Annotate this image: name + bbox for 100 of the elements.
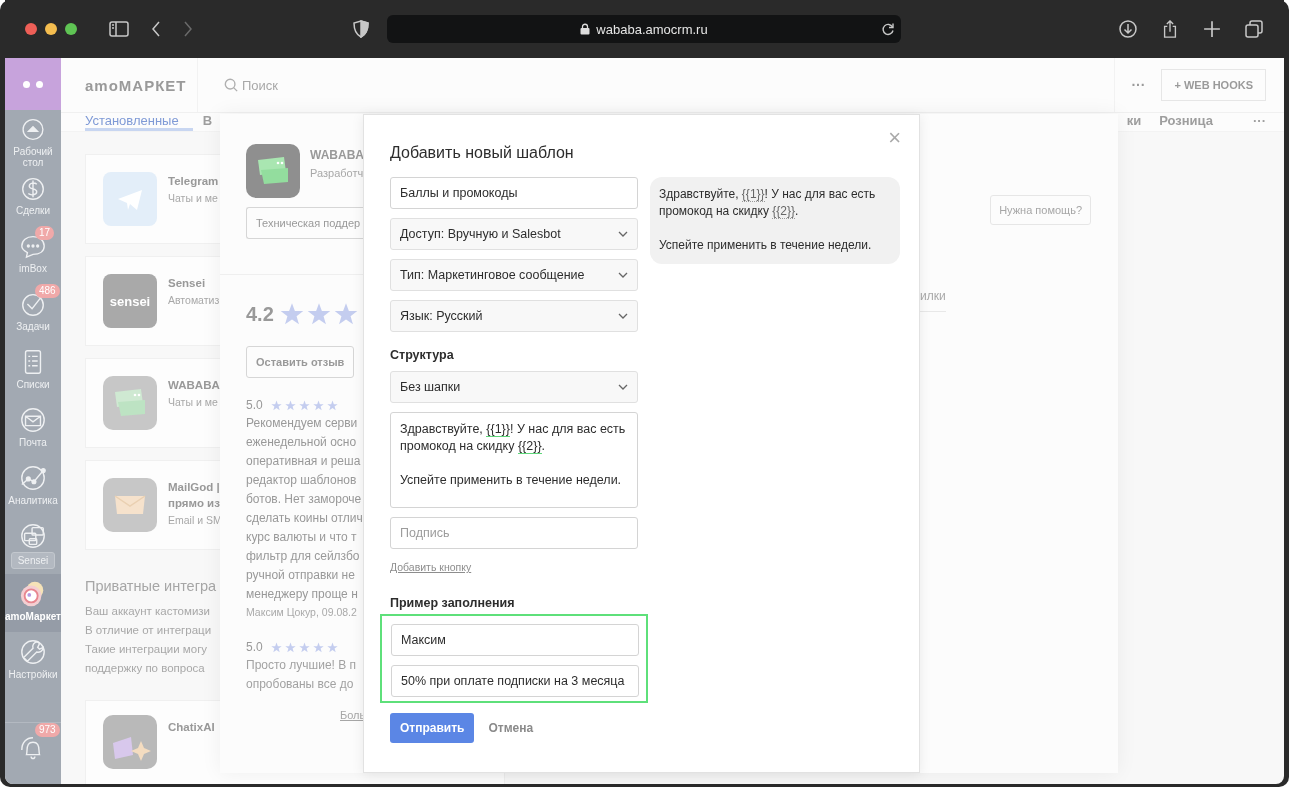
sidebar-item[interactable]: Сделки xyxy=(5,168,61,226)
webhooks-button[interactable]: + WEB HOOKS xyxy=(1161,69,1266,101)
review-text: еженедельной осно xyxy=(246,434,358,451)
input-field[interactable]: Баллы и промокоды xyxy=(390,177,638,209)
review-score: 5.0 xyxy=(246,640,263,654)
cancel-button[interactable]: Отмена xyxy=(488,713,534,743)
review-text: опробованы все до xyxy=(246,676,355,693)
search-field[interactable]: Поиск xyxy=(197,58,279,112)
review-text: фильтр для сейлзбо xyxy=(246,548,361,565)
input-field[interactable]: Подпись xyxy=(390,517,638,549)
minimize-button[interactable] xyxy=(45,23,57,35)
chat-bubbles-icon xyxy=(103,376,157,430)
tabs-icon[interactable] xyxy=(1244,20,1264,38)
card-title: WABABA xyxy=(168,378,220,393)
download-icon[interactable] xyxy=(1118,20,1138,38)
app-name: WABABA xyxy=(310,148,364,162)
card-title: ChatixAI xyxy=(168,720,215,735)
reload-icon[interactable] xyxy=(881,22,895,36)
review-score: 5.0 xyxy=(246,398,263,412)
sidebar-item[interactable]: 973 xyxy=(5,722,61,784)
section-label: Структура xyxy=(390,347,455,363)
caret-icon xyxy=(618,384,628,390)
sparkle-icon xyxy=(103,715,157,769)
dropdown[interactable]: Тип: Маркетинговое сообщение xyxy=(390,259,638,291)
tab[interactable]: ки xyxy=(1126,113,1142,131)
review-text: ручной отправки не xyxy=(246,567,356,584)
send-button[interactable]: Отправить xyxy=(390,713,475,743)
sidebar-item[interactable]: Почта xyxy=(5,400,61,458)
arrow-up-icon xyxy=(19,116,47,143)
app-title: amoМАРКЕТ xyxy=(85,76,188,94)
zoom-button[interactable] xyxy=(65,23,77,35)
sidebar-item[interactable]: amoМаркет xyxy=(5,574,61,632)
url-text: wababa.amocrm.ru xyxy=(596,21,708,37)
tab[interactable]: Установленные xyxy=(85,113,193,131)
review-text: редактор шаблонов xyxy=(246,472,358,489)
app-logo: sensei xyxy=(103,274,157,328)
sidebar-item[interactable]: Списки xyxy=(5,342,61,400)
caret-icon xyxy=(618,313,628,319)
review-button[interactable]: Оставить отзыв xyxy=(246,346,355,378)
sidebar-item[interactable]: 486 Задачи xyxy=(5,284,61,342)
review-text: Просто лучшие! В п xyxy=(246,657,357,674)
review-text: курс валюты и что т xyxy=(246,529,358,546)
card-subtitle: Чаты и ме xyxy=(168,192,219,204)
add-button-link[interactable]: Добавить кнопку xyxy=(390,561,472,573)
review-text: сделать коины отлич xyxy=(246,510,363,527)
input-field[interactable]: Максим xyxy=(391,624,639,656)
card-title: Telegram xyxy=(168,174,219,189)
close-button[interactable]: × xyxy=(888,127,901,149)
lock-icon xyxy=(580,23,591,35)
description-text: Ваш аккаунт кастомизи xyxy=(85,604,211,619)
more-link[interactable]: Боль xyxy=(340,709,366,721)
review-text: оперативная и реша xyxy=(246,453,362,470)
address-bar[interactable]: wababa.amocrm.ru xyxy=(387,15,901,43)
dropdown[interactable]: Язык: Русский xyxy=(390,300,638,332)
sidebar-item[interactable]: 17 imBox xyxy=(5,226,61,284)
more-button[interactable]: ··· xyxy=(1131,77,1146,93)
tab[interactable]: В xyxy=(202,113,213,131)
card-subtitle: Чаты и ме xyxy=(168,396,219,408)
input-field[interactable]: 50% при оплате подписки на 3 месяца xyxy=(391,665,639,697)
shield-icon[interactable] xyxy=(353,20,369,38)
review-author: Максим Цокур, 09.08.2 xyxy=(246,606,358,618)
windows-icon xyxy=(19,522,47,550)
message-field[interactable]: Здравствуйте, {{1}}! У нас для вас есть промокод на скидку {{2}}. Успейте применить в течение недели. xyxy=(390,412,638,508)
description-text: поддержку по вопроса xyxy=(85,661,205,676)
card-subtitle: Автоматиз xyxy=(168,294,220,306)
review-text: ботов. Нет замороче xyxy=(246,491,363,508)
tab[interactable]: ··· xyxy=(1253,113,1266,131)
count-badge: 486 xyxy=(35,284,60,298)
envelope-icon xyxy=(19,406,47,434)
chart-icon xyxy=(19,464,47,492)
help-button[interactable]: Нужна помощь? xyxy=(990,195,1091,225)
forward-icon[interactable] xyxy=(183,21,193,37)
close-button[interactable] xyxy=(25,23,37,35)
caret-icon xyxy=(618,272,628,278)
plus-icon[interactable] xyxy=(1202,20,1222,38)
message-bubble: Здравствуйте, {{1}}! У нас для вас есть промокод на скидку {{2}}. Успейте применить в течение недели. xyxy=(650,177,900,264)
review-text: Рекомендуем серви xyxy=(246,415,359,432)
description-text: Такие интеграции могу xyxy=(85,642,208,657)
wrench-icon xyxy=(19,638,47,666)
section-label: Пример заполнения xyxy=(390,595,516,611)
dialog-title: Добавить новый шаблон xyxy=(390,143,575,163)
count-badge: 17 xyxy=(35,226,55,240)
sidebar-item[interactable]: Аналитика xyxy=(5,458,61,516)
dropdown[interactable]: Без шапки xyxy=(390,371,638,403)
back-icon[interactable] xyxy=(151,21,161,37)
sidebar-item[interactable]: Настройки xyxy=(5,632,61,690)
caret-icon xyxy=(618,231,628,237)
sidebar-icon[interactable] xyxy=(109,20,129,38)
review-text: менеджеру проще н xyxy=(246,586,359,603)
count-badge: 973 xyxy=(35,723,60,737)
dropdown[interactable]: Доступ: Вручную и Salesbot xyxy=(390,218,638,250)
search-icon xyxy=(224,78,238,92)
tab[interactable]: Розница xyxy=(1159,113,1213,131)
envelope-icon xyxy=(103,478,157,532)
card-title: прямо из xyxy=(168,496,221,511)
paper-plane-icon xyxy=(103,172,157,226)
sidebar-item[interactable]: Sensei xyxy=(5,516,61,574)
card-title: MailGod | xyxy=(168,480,221,495)
developer-text: Разработч xyxy=(310,167,364,179)
sidebar-item[interactable]: Рабочий стол xyxy=(5,110,61,168)
